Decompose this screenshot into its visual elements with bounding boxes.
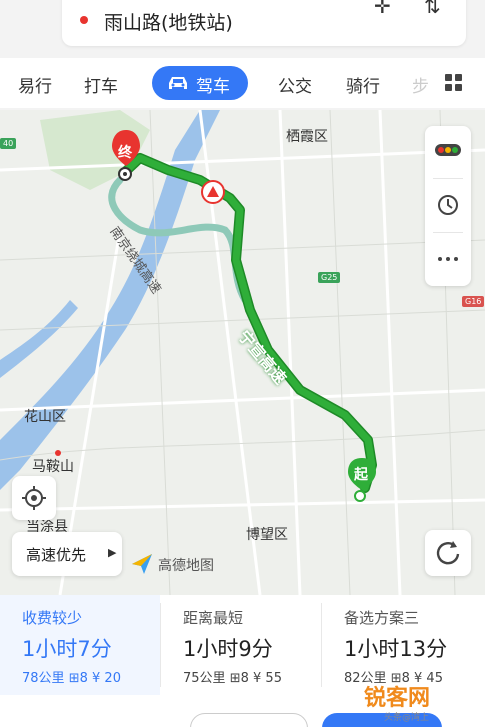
amap-logo-icon: [132, 554, 152, 574]
route-preference-button[interactable]: 高速优先 ▶: [12, 532, 122, 576]
crosshair-icon: [22, 486, 46, 510]
refresh-route-button[interactable]: [425, 530, 471, 576]
car-icon: [169, 77, 187, 89]
travel-mode-tabs: 易行 打车 驾车 公交 骑行 步: [0, 58, 485, 108]
label-bowang: 博望区: [246, 527, 288, 543]
route-meta: 75公里 ⊞8 ¥ 55: [183, 667, 282, 686]
traffic-toggle-button[interactable]: [425, 126, 471, 176]
route-toll: ¥ 20: [92, 671, 121, 686]
destination-dot-icon: [80, 16, 88, 24]
tab-walk[interactable]: 步: [412, 72, 429, 97]
route-distance: 78公里: [22, 671, 65, 686]
tab-transit[interactable]: 公交: [278, 72, 312, 97]
route-tag: 距离最短: [183, 609, 244, 627]
secondary-action-button[interactable]: [190, 713, 308, 727]
triangle-right-icon: ▶: [108, 546, 117, 559]
watermark: 锐客网: [364, 686, 431, 711]
refresh-icon: [436, 541, 460, 565]
traffic-light-count-icon: ⊞: [229, 671, 241, 686]
watermark-sub: 头条@湾上: [384, 713, 430, 723]
more-dots-icon: [438, 257, 458, 261]
map-canvas: [0, 110, 485, 595]
tab-drive[interactable]: 驾车: [152, 66, 248, 100]
departure-time-button[interactable]: [425, 180, 471, 230]
label-qixia: 栖霞区: [286, 129, 328, 145]
label-huashan: 花山区: [24, 409, 66, 425]
route-duration: 1小时7分: [22, 637, 112, 661]
tab-taxi[interactable]: 打车: [84, 72, 118, 97]
route-option-2[interactable]: 距离最短 1小时9分 75公里 ⊞8 ¥ 55: [161, 595, 321, 695]
map-view[interactable]: 终 起 栖霞区 花山区 马鞍山 当涂县 博望区 南京绕城高速 宁宣高速 G25 …: [0, 110, 485, 595]
tab-drive-label: 驾车: [196, 77, 230, 97]
route-duration: 1小时9分: [183, 637, 273, 661]
map-controls: [425, 126, 471, 286]
traffic-light-icon: [435, 144, 461, 156]
tab-bike[interactable]: 骑行: [346, 72, 380, 97]
locate-button[interactable]: [12, 476, 56, 520]
swap-icon[interactable]: ⇅: [424, 0, 441, 18]
route-option-1[interactable]: 收费较少 1小时7分 78公里 ⊞8 ¥ 20: [0, 595, 160, 695]
top-bar: 雨山路(地铁站) ✛ ⇅: [0, 0, 485, 56]
tab-yixing[interactable]: 易行: [18, 72, 52, 97]
route-lights: 8: [79, 671, 88, 686]
label-maanshan: 马鞍山: [32, 459, 74, 475]
end-marker-label: 终: [118, 145, 132, 161]
route-preference-label: 高速优先: [26, 546, 87, 564]
route-meta: 78公里 ⊞8 ¥ 20: [22, 667, 121, 686]
start-marker-label: 起: [354, 467, 368, 483]
road-tag-g16: G16: [462, 296, 485, 307]
road-tag-40: 40: [0, 138, 17, 149]
route-tag: 备选方案三: [344, 609, 420, 627]
more-modes-icon[interactable]: [445, 74, 463, 92]
route-lights: 8: [240, 671, 249, 686]
more-options-button[interactable]: [425, 234, 471, 284]
traffic-light-count-icon: ⊞: [68, 671, 80, 686]
road-tag-g25: G25: [318, 272, 341, 283]
add-waypoint-icon[interactable]: ✛: [374, 0, 391, 18]
clock-icon: [438, 195, 458, 215]
route-tag: 收费较少: [22, 609, 83, 627]
destination-label[interactable]: 雨山路(地铁站): [104, 8, 233, 35]
route-distance: 75公里: [183, 671, 226, 686]
route-toll: ¥ 55: [253, 671, 282, 686]
route-duration: 1小时13分: [344, 637, 448, 661]
amap-logo-text: 高德地图: [158, 558, 214, 574]
